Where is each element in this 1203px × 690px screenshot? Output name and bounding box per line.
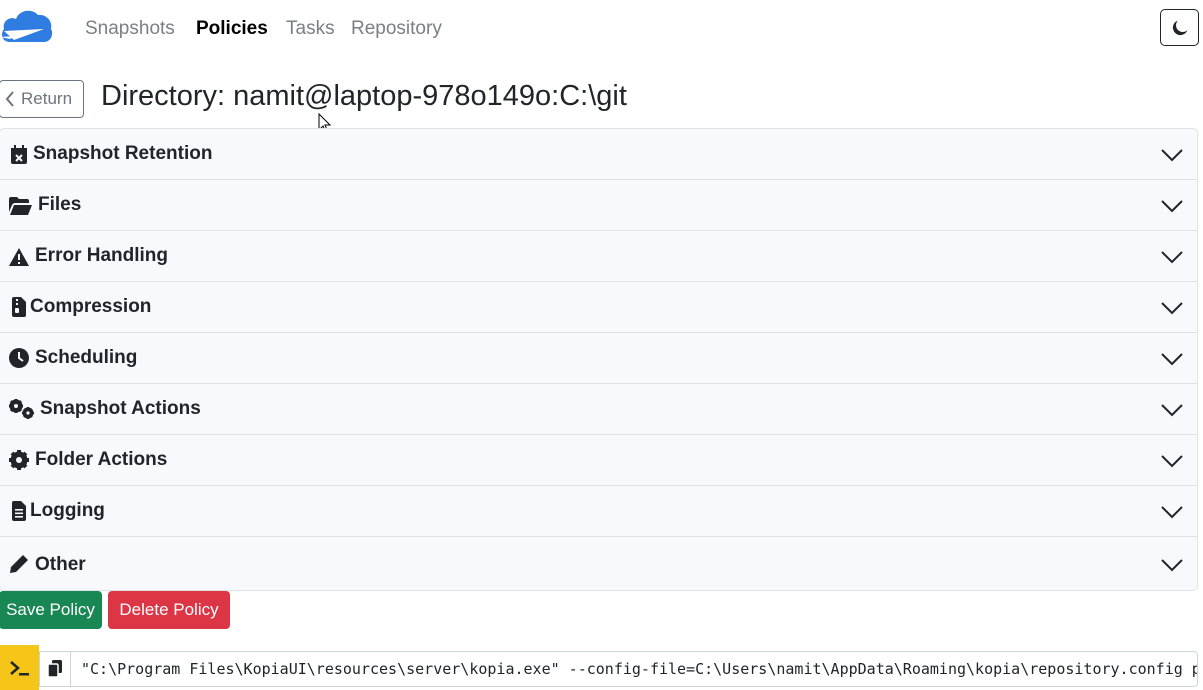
section-other[interactable]: Other	[0, 537, 1197, 590]
section-label: Snapshot Retention	[33, 143, 213, 164]
cog-icon	[9, 450, 29, 470]
section-files[interactable]: Files	[0, 180, 1197, 231]
cli-toggle-button[interactable]	[0, 645, 39, 690]
section-label: Other	[35, 553, 86, 575]
section-label: Compression	[30, 296, 152, 317]
section-compression[interactable]: Compression	[0, 282, 1197, 333]
nav-repository[interactable]: Repository	[351, 17, 442, 41]
page-title: Directory: namit@laptop-978o149o:C:\git	[101, 80, 627, 112]
terminal-icon	[9, 660, 29, 675]
cogs-icon	[9, 399, 35, 419]
chevron-down-icon[interactable]	[1161, 352, 1183, 366]
section-label: Scheduling	[35, 347, 138, 368]
warning-icon	[9, 247, 29, 267]
section-label: Files	[38, 194, 82, 215]
nav-policies[interactable]: Policies	[196, 17, 268, 41]
section-label: Logging	[30, 500, 105, 521]
policy-sections-accordion: Snapshot Retention Files Error Handling	[0, 128, 1198, 591]
theme-toggle-button[interactable]	[1160, 9, 1199, 46]
cli-command-field[interactable]: "C:\Program Files\KopiaUI\resources\serv…	[70, 651, 1198, 687]
folder-open-icon	[9, 196, 33, 216]
file-zipper-icon	[9, 297, 29, 317]
chevron-down-icon[interactable]	[1161, 505, 1183, 519]
chevron-down-icon[interactable]	[1161, 148, 1183, 162]
nav-tasks[interactable]: Tasks	[286, 17, 335, 41]
section-snapshot-actions[interactable]: Snapshot Actions	[0, 384, 1197, 435]
section-label: Error Handling	[35, 245, 169, 266]
clock-icon	[9, 348, 29, 368]
chevron-down-icon[interactable]	[1161, 403, 1183, 417]
section-snapshot-retention[interactable]: Snapshot Retention	[0, 129, 1197, 180]
chevron-down-icon[interactable]	[1161, 250, 1183, 264]
top-navbar: Snapshots Policies Tasks Repository	[0, 0, 1203, 58]
kopia-logo-icon[interactable]	[0, 6, 54, 48]
chevron-left-icon	[5, 91, 14, 107]
section-label: Snapshot Actions	[40, 398, 201, 419]
section-logging[interactable]: Logging	[0, 486, 1197, 537]
chevron-down-icon[interactable]	[1161, 454, 1183, 468]
copy-command-button[interactable]	[39, 651, 71, 687]
return-label: Return	[21, 89, 73, 108]
save-policy-button[interactable]: Save Policy	[0, 591, 102, 629]
delete-policy-button[interactable]: Delete Policy	[108, 591, 230, 629]
section-scheduling[interactable]: Scheduling	[0, 333, 1197, 384]
calendar-x-icon	[9, 145, 29, 165]
file-lines-icon	[9, 501, 29, 521]
chevron-down-icon[interactable]	[1161, 199, 1183, 213]
copy-icon	[47, 660, 62, 678]
pencil-icon	[9, 554, 29, 574]
section-label: Folder Actions	[35, 449, 168, 470]
moon-icon	[1172, 20, 1187, 35]
section-folder-actions[interactable]: Folder Actions	[0, 435, 1197, 486]
nav-snapshots[interactable]: Snapshots	[85, 17, 175, 41]
return-button[interactable]: Return	[0, 80, 84, 118]
section-error-handling[interactable]: Error Handling	[0, 231, 1197, 282]
chevron-down-icon[interactable]	[1161, 558, 1183, 572]
chevron-down-icon[interactable]	[1161, 301, 1183, 315]
